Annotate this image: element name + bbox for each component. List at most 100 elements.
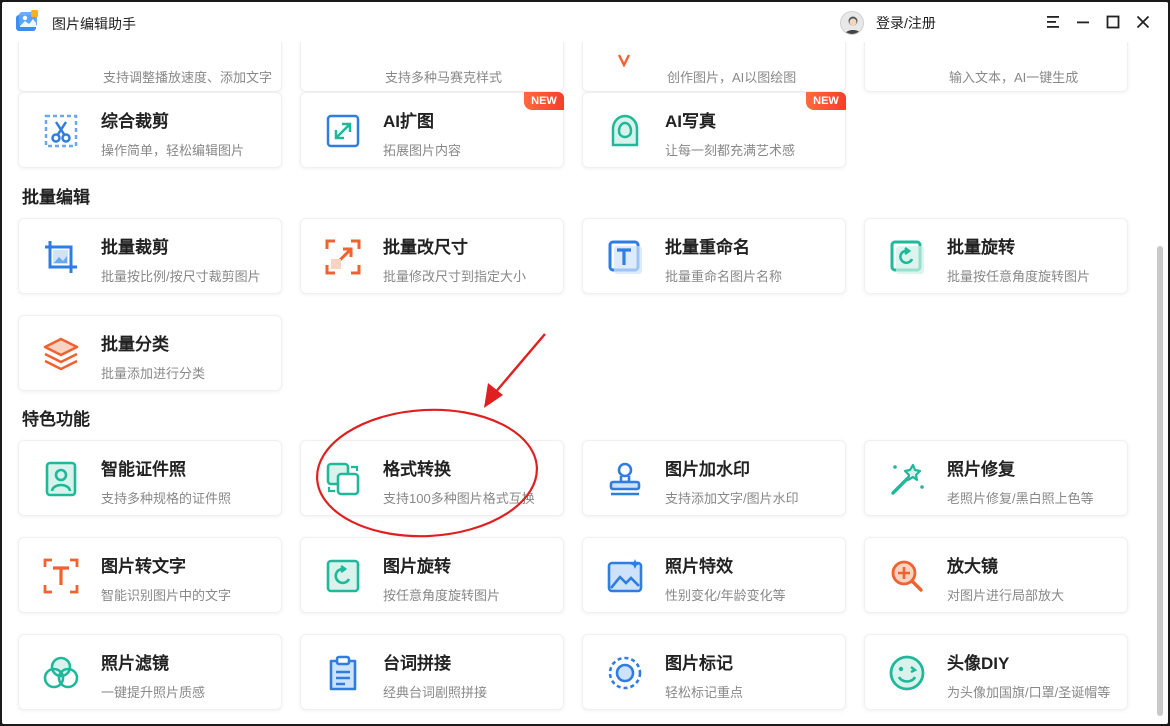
rotate-image-icon	[890, 240, 924, 274]
tool-desc: 输入文本，AI一键生成	[949, 70, 1079, 85]
tool-name: 批量裁剪	[101, 238, 169, 257]
app-window: 图片编辑助手 登录/注册 支持调整播放速度、添加文字 支持多种马赛克样式 创作图…	[2, 2, 1168, 724]
mark-circle-icon	[608, 656, 642, 690]
tool-name: 批量旋转	[947, 238, 1015, 257]
layers-icon	[43, 337, 79, 371]
tool-name: 批量改尺寸	[383, 238, 468, 257]
tool-desc: 为头像加国旗/口罩/圣诞帽等	[947, 685, 1111, 700]
title-bar: 图片编辑助手 登录/注册	[2, 2, 1168, 42]
tool-desc: 拓展图片内容	[383, 143, 462, 158]
smiley-face-icon	[889, 655, 925, 691]
tool-desc: 一键提升照片质感	[101, 685, 206, 700]
tool-desc: 操作简单，轻松编辑图片	[101, 143, 245, 158]
tool-card-batch-rename[interactable]: 批量重命名 批量重命名图片名称	[582, 218, 846, 294]
avatar	[840, 11, 864, 35]
maximize-icon	[1106, 15, 1120, 29]
ocr-text-icon	[43, 558, 79, 594]
close-button[interactable]	[1132, 11, 1154, 33]
scrollbar-thumb[interactable]	[1157, 246, 1163, 716]
minimize-icon	[1077, 21, 1089, 24]
tool-desc: 支持100多种图片格式互换	[383, 491, 535, 506]
tool-name: 批量分类	[101, 335, 169, 354]
tool-card-batch-rotate[interactable]: 批量旋转 批量按任意角度旋转图片	[864, 218, 1128, 294]
tool-card-id-photo[interactable]: 智能证件照 支持多种规格的证件照	[18, 440, 282, 516]
tool-card-ai-expand[interactable]: AI扩图 拓展图片内容 NEW	[300, 92, 564, 168]
tool-name: 图片旋转	[383, 557, 451, 576]
tool-name: 图片加水印	[665, 460, 750, 479]
tool-name: 批量重命名	[665, 238, 750, 257]
tool-name: 照片特效	[665, 557, 733, 576]
tool-card-photo-filter[interactable]: 照片滤镜 一键提升照片质感	[18, 634, 282, 710]
section-title-featured: 特色功能	[22, 410, 90, 429]
tool-card-watermark[interactable]: 图片加水印 支持添加文字/图片水印	[582, 440, 846, 516]
tool-card-magnifier[interactable]: 放大镜 对图片进行局部放大	[864, 537, 1128, 613]
tool-card-format-convert[interactable]: 格式转换 支持100多种图片格式互换	[300, 440, 564, 516]
tool-name: 图片转文字	[101, 557, 186, 576]
resize-icon	[325, 239, 361, 275]
tool-card-batch-crop[interactable]: 批量裁剪 批量按比例/按尺寸裁剪图片	[18, 218, 282, 294]
login-label: 登录/注册	[876, 15, 936, 31]
stamp-icon	[609, 462, 641, 496]
new-badge: NEW	[806, 92, 846, 110]
tool-card[interactable]: 输入文本，AI一键生成	[864, 42, 1128, 92]
tool-card-batch-resize[interactable]: 批量改尺寸 批量修改尺寸到指定大小	[300, 218, 564, 294]
rename-text-icon	[608, 240, 642, 274]
tool-desc: 按任意角度旋转图片	[383, 588, 501, 603]
tool-desc: 支持多种马赛克样式	[385, 70, 503, 85]
tool-desc: 支持调整播放速度、添加文字	[103, 70, 273, 85]
tool-name: 头像DIY	[947, 654, 1010, 673]
tool-card-image-rotate[interactable]: 图片旋转 按任意角度旋转图片	[300, 537, 564, 613]
tool-card[interactable]: 创作图片，AI以图绘图	[582, 42, 846, 92]
menu-button[interactable]	[1042, 11, 1064, 33]
tool-card-image-to-text[interactable]: 图片转文字 智能识别图片中的文字	[18, 537, 282, 613]
tool-name: 智能证件照	[101, 460, 186, 479]
tool-desc: 让每一刻都充满艺术感	[665, 143, 796, 158]
tool-desc: 轻松标记重点	[665, 685, 744, 700]
tool-card[interactable]: 支持多种马赛克样式	[300, 42, 564, 92]
id-photo-icon	[45, 461, 77, 497]
tool-desc: 批量修改尺寸到指定大小	[383, 269, 527, 284]
tool-name: 照片滤镜	[101, 654, 169, 673]
tool-desc: 经典台词剧照拼接	[383, 685, 488, 700]
portrait-icon	[611, 114, 639, 147]
expand-arrows-icon	[326, 114, 360, 148]
minimize-button[interactable]	[1072, 11, 1094, 33]
magic-wand-icon	[891, 463, 924, 495]
tool-desc: 支持添加文字/图片水印	[665, 491, 799, 506]
tool-desc: 性别变化/年龄变化等	[665, 588, 786, 603]
menu-icon	[1047, 16, 1059, 28]
tool-card[interactable]: 支持调整播放速度、添加文字	[18, 42, 282, 92]
crop-icon	[45, 241, 77, 273]
tool-card-batch-classify[interactable]: 批量分类 批量添加进行分类	[18, 315, 282, 391]
tool-desc: 老照片修复/黑白照上色等	[947, 491, 1094, 506]
format-convert-icon	[326, 462, 360, 496]
maximize-button[interactable]	[1102, 11, 1124, 33]
tool-desc: 对图片进行局部放大	[947, 588, 1065, 603]
tool-grid: 支持调整播放速度、添加文字 支持多种马赛克样式 创作图片，AI以图绘图 输入文本…	[2, 42, 1152, 724]
tool-card-photo-repair[interactable]: 照片修复 老照片修复/黑白照上色等	[864, 440, 1128, 516]
tool-name: AI扩图	[383, 112, 434, 131]
tool-name: 照片修复	[947, 460, 1015, 479]
tool-desc: 批量按比例/按尺寸裁剪图片	[101, 269, 261, 284]
tool-card-ai-portrait[interactable]: AI写真 让每一刻都充满艺术感 NEW	[582, 92, 846, 168]
section-title-batch: 批量编辑	[22, 188, 90, 207]
rotate-icon	[326, 559, 360, 593]
photo-effects-icon	[607, 559, 643, 593]
tool-desc: 批量重命名图片名称	[665, 269, 783, 284]
tool-card-avatar-diy[interactable]: 头像DIY 为头像加国旗/口罩/圣诞帽等	[864, 634, 1128, 710]
filter-circles-icon	[43, 656, 79, 689]
tool-name: 图片标记	[665, 654, 733, 673]
app-title: 图片编辑助手	[52, 16, 136, 32]
tool-name: AI写真	[665, 112, 716, 131]
tool-card-image-mark[interactable]: 图片标记 轻松标记重点	[582, 634, 846, 710]
tool-desc: 批量按任意角度旋转图片	[947, 269, 1091, 284]
login-register-button[interactable]: 登录/注册	[840, 10, 936, 36]
ai-draw-icon	[617, 54, 631, 67]
tool-card-photo-effects[interactable]: 照片特效 性别变化/年龄变化等	[582, 537, 846, 613]
tool-card-line-stitch[interactable]: 台词拼接 经典台词剧照拼接	[300, 634, 564, 710]
tool-card-composite-crop[interactable]: 综合裁剪 操作简单，轻松编辑图片	[18, 92, 282, 168]
magnifier-icon	[891, 560, 923, 592]
scissors-crop-icon	[44, 114, 78, 148]
new-badge: NEW	[524, 92, 564, 110]
window-controls	[1042, 11, 1154, 33]
